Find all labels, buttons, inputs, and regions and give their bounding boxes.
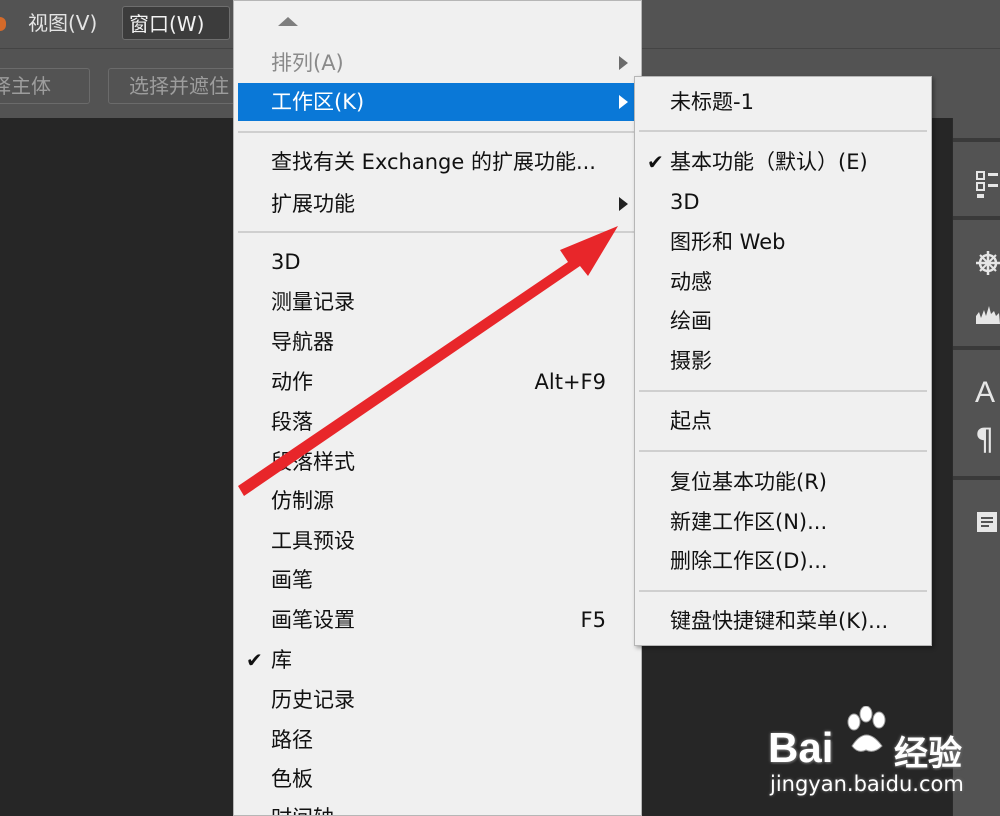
menu-item-label: 导航器	[271, 330, 334, 354]
submenu-item-label: 键盘快捷键和菜单(K)...	[670, 609, 889, 633]
menu-item-brush-settings[interactable]: 画笔设置 F5	[238, 601, 636, 639]
workspace-item-3d[interactable]: 3D	[639, 183, 929, 221]
submenu-item-label: 起点	[670, 409, 712, 433]
menu-item-label: 路径	[271, 728, 313, 752]
submenu-item-label: 删除工作区(D)...	[670, 549, 828, 573]
navigator-icon[interactable]	[975, 250, 1000, 282]
menu-item-label: 查找有关 Exchange 的扩展功能...	[271, 150, 596, 174]
menu-divider	[639, 590, 927, 592]
workspace-item-start[interactable]: 起点	[639, 402, 929, 440]
menu-item-label: 库	[271, 648, 292, 672]
menu-divider	[238, 131, 640, 133]
panel-divider	[953, 216, 1000, 220]
menu-item-paragraph-styles[interactable]: 段落样式	[238, 443, 636, 481]
menu-item-label: 测量记录	[271, 290, 355, 314]
submenu-item-label: 动感	[670, 270, 712, 294]
menu-item-label: 扩展功能	[271, 192, 355, 216]
checkmark-icon: ✔	[246, 648, 263, 672]
workspace-item-untitled[interactable]: 未标题-1	[639, 83, 929, 121]
panel-divider	[953, 346, 1000, 350]
submenu-item-label: 3D	[670, 190, 700, 214]
character-icon[interactable]: A	[975, 378, 995, 408]
paragraph-icon[interactable]: ¶	[975, 426, 994, 456]
menu-item-arrange[interactable]: 排列(A)	[238, 44, 636, 82]
app-icon-edge	[0, 17, 6, 31]
menu-item-paths[interactable]: 路径	[238, 721, 636, 759]
menu-item-label: 色板	[271, 767, 313, 791]
menu-item-label: 段落	[271, 410, 313, 434]
workspace-submenu: 未标题-1 ✔ 基本功能（默认）(E) 3D 图形和 Web 动感 绘画 摄影 …	[634, 76, 932, 646]
menu-item-history[interactable]: 历史记录	[238, 681, 636, 719]
menu-item-shortcut: Alt+F9	[534, 370, 606, 394]
menu-item-label: 排列(A)	[271, 51, 344, 75]
menu-item-3d[interactable]: 3D	[238, 243, 636, 281]
menu-item-label: 历史记录	[271, 688, 355, 712]
menu-item-paragraph[interactable]: 段落	[238, 403, 636, 441]
watermark-brand: 经验	[894, 734, 962, 774]
select-and-mask-button[interactable]: 选择并遮住	[108, 68, 236, 104]
window-menu-dropdown: 排列(A) 工作区(K) 查找有关 Exchange 的扩展功能... 扩展功能…	[233, 0, 642, 816]
menu-item-brushes[interactable]: 画笔	[238, 561, 636, 599]
panel-divider	[953, 476, 1000, 480]
menu-item-shortcut: F5	[580, 608, 606, 632]
workspace-item-essentials[interactable]: ✔ 基本功能（默认）(E)	[639, 143, 929, 181]
submenu-item-label: 复位基本功能(R)	[670, 470, 827, 494]
menu-view[interactable]: 视图(V)	[22, 6, 103, 40]
properties-icon[interactable]	[975, 170, 999, 206]
select-subject-button[interactable]: 择主体	[0, 68, 90, 104]
watermark-url: jingyan.baidu.com	[770, 772, 964, 796]
submenu-item-label: 新建工作区(N)...	[670, 510, 828, 534]
menu-item-label: 画笔	[271, 568, 313, 592]
submenu-item-label: 绘画	[670, 309, 712, 333]
menu-item-label: 3D	[271, 250, 301, 274]
menu-divider	[639, 130, 927, 132]
menu-item-workspace[interactable]: 工作区(K)	[238, 83, 636, 121]
menu-item-navigator[interactable]: 导航器	[238, 323, 636, 361]
menu-item-label: 段落样式	[271, 450, 355, 474]
notes-icon[interactable]	[975, 510, 999, 540]
submenu-item-label: 未标题-1	[670, 90, 754, 114]
menu-divider	[238, 231, 640, 233]
menu-item-label: 工作区(K)	[271, 90, 365, 114]
workspace-item-painting[interactable]: 绘画	[639, 302, 929, 340]
menu-item-label: 仿制源	[271, 489, 334, 513]
menu-item-extensions[interactable]: 扩展功能	[238, 185, 636, 223]
checkmark-icon: ✔	[647, 150, 664, 174]
submenu-arrow-icon	[619, 56, 628, 70]
menu-item-label: 工具预设	[271, 529, 355, 553]
menu-item-find-extensions[interactable]: 查找有关 Exchange 的扩展功能...	[238, 143, 636, 181]
submenu-item-label: 基本功能（默认）(E)	[670, 150, 868, 174]
menu-item-label: 画笔设置	[271, 608, 355, 632]
menu-item-clone-source[interactable]: 仿制源	[238, 482, 636, 520]
menu-item-label: 动作	[271, 370, 313, 394]
workspace-item-new-workspace[interactable]: 新建工作区(N)...	[639, 503, 929, 541]
menu-item-label: 时间轴	[271, 806, 334, 815]
menu-item-measurement-log[interactable]: 测量记录	[238, 283, 636, 321]
workspace-item-motion[interactable]: 动感	[639, 263, 929, 301]
submenu-item-label: 摄影	[670, 349, 712, 373]
menu-item-swatches[interactable]: 色板	[238, 760, 636, 798]
menu-divider	[639, 390, 927, 392]
workspace-item-reset-essentials[interactable]: 复位基本功能(R)	[639, 463, 929, 501]
watermark-logo: Bai	[768, 724, 834, 771]
baidu-paw-icon	[844, 705, 890, 767]
menu-item-actions[interactable]: 动作 Alt+F9	[238, 363, 636, 401]
workspace-item-graphic-web[interactable]: 图形和 Web	[639, 223, 929, 261]
menu-item-timeline[interactable]: 时间轴	[238, 799, 636, 815]
menu-item-libraries[interactable]: ✔ 库	[238, 641, 636, 679]
workspace-item-keyboard-shortcuts[interactable]: 键盘快捷键和菜单(K)...	[639, 602, 929, 640]
menu-window[interactable]: 窗口(W)	[122, 6, 230, 40]
histogram-icon[interactable]	[975, 302, 1000, 332]
workspace-item-delete-workspace[interactable]: 删除工作区(D)...	[639, 542, 929, 580]
submenu-arrow-icon	[619, 95, 628, 109]
workspace-item-photography[interactable]: 摄影	[639, 342, 929, 380]
panel-divider	[953, 138, 1000, 142]
scroll-up-arrow-icon[interactable]	[278, 17, 298, 26]
submenu-item-label: 图形和 Web	[670, 230, 786, 254]
submenu-arrow-icon	[619, 197, 628, 211]
baidu-jingyan-watermark: Bai 经验 jingyan.baidu.com	[768, 705, 988, 806]
menu-item-tool-presets[interactable]: 工具预设	[238, 522, 636, 560]
menu-divider	[639, 450, 927, 452]
